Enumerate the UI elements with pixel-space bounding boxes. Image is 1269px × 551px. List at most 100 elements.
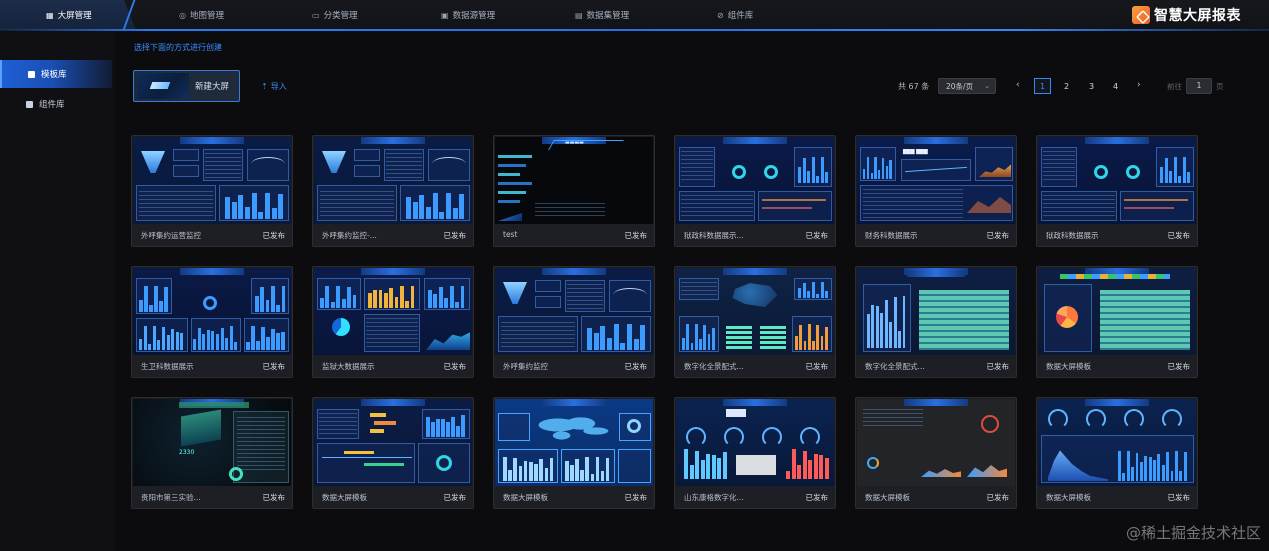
page-size-select[interactable]: 20条/页 ⌄ bbox=[938, 78, 996, 94]
sidebar-item-template-library[interactable]: 模板库 bbox=[0, 60, 112, 88]
sidebar-item-label: 模板库 bbox=[41, 70, 67, 80]
template-card[interactable]: 数据大屏模板 已发布 bbox=[493, 397, 655, 509]
publish-status: 已发布 bbox=[1167, 362, 1191, 371]
template-card[interactable]: 数字化全景配式... 已发布 bbox=[674, 266, 836, 378]
template-thumbnail bbox=[495, 399, 653, 487]
template-card[interactable]: 数据大屏模板 已发布 bbox=[1036, 397, 1198, 509]
brand: 智慧大屏报表 bbox=[1132, 4, 1241, 26]
template-card[interactable]: 外呼集约运营监控 已发布 bbox=[131, 135, 293, 247]
publish-status: 已发布 bbox=[1167, 231, 1191, 240]
watermark: @稀土掘金技术社区 bbox=[1125, 524, 1261, 542]
template-thumbnail bbox=[133, 268, 291, 356]
template-card-footer: 贵阳市第三实验... 已发布 bbox=[132, 486, 292, 508]
prev-page-button[interactable]: ‹ bbox=[1016, 80, 1020, 90]
template-thumbnail bbox=[495, 268, 653, 356]
template-thumbnail bbox=[857, 399, 1015, 487]
template-name: 贵阳市第三实验... bbox=[141, 493, 201, 502]
nav-item-map-management[interactable]: ◎ 地图管理 bbox=[179, 8, 224, 22]
next-page-button[interactable]: › bbox=[1137, 80, 1141, 90]
template-name: 数据大屏模板 bbox=[503, 493, 548, 502]
template-name: 外呼集约监控-... bbox=[322, 231, 377, 240]
template-name: 外呼集约监控 bbox=[503, 362, 548, 371]
template-thumbnail bbox=[314, 268, 472, 356]
component-icon: ⊘ bbox=[717, 10, 724, 20]
template-name: 数据大屏模板 bbox=[322, 493, 367, 502]
template-name: 生卫科数据展示 bbox=[141, 362, 194, 371]
page-number[interactable]: 1 bbox=[1034, 78, 1051, 94]
publish-status: 已发布 bbox=[986, 231, 1010, 240]
page-number[interactable]: 4 bbox=[1107, 78, 1124, 94]
template-card[interactable]: 外呼集约监控-... 已发布 bbox=[312, 135, 474, 247]
template-card[interactable]: 监狱大数据展示 已发布 bbox=[312, 266, 474, 378]
template-card-footer: 外呼集约监控-... 已发布 bbox=[313, 224, 473, 246]
template-card-footer: 数据大屏模板 已发布 bbox=[856, 486, 1016, 508]
goto-page-input[interactable]: 1 bbox=[1186, 78, 1212, 94]
template-card-footer: 数据大屏模板 已发布 bbox=[1037, 355, 1197, 377]
template-card[interactable]: ▬▬▬▬ test 已发布 bbox=[493, 135, 655, 247]
nav-label: 数据源管理 bbox=[452, 11, 496, 21]
import-button[interactable]: ⇡ 导入 bbox=[261, 81, 287, 92]
page-number[interactable]: 2 bbox=[1058, 78, 1075, 94]
template-card[interactable]: 2330 贵阳市第三实验... 已发布 bbox=[131, 397, 293, 509]
goto-label: 前往 bbox=[1167, 82, 1182, 91]
nav-label: 分类管理 bbox=[323, 11, 358, 21]
template-card-footer: 监狱大数据展示 已发布 bbox=[313, 355, 473, 377]
publish-status: 已发布 bbox=[443, 362, 467, 371]
template-card-footer: 数据大屏模板 已发布 bbox=[313, 486, 473, 508]
template-card-footer: 狱政科数据展示... 已发布 bbox=[675, 224, 835, 246]
template-card[interactable]: 外呼集约监控 已发布 bbox=[493, 266, 655, 378]
template-card[interactable]: 数据大屏模板 已发布 bbox=[855, 397, 1017, 509]
publish-status: 已发布 bbox=[805, 362, 829, 371]
template-name: 数字化全景配式... bbox=[865, 362, 925, 371]
template-thumbnail bbox=[314, 399, 472, 487]
template-name: 数据大屏模板 bbox=[1046, 362, 1091, 371]
publish-status: 已发布 bbox=[443, 231, 467, 240]
nav-item-dataset-management[interactable]: ▤ 数据集管理 bbox=[575, 8, 629, 22]
template-thumbnail bbox=[1038, 268, 1196, 356]
top-nav-bar: ▦ 大屏管理 ◎ 地图管理 ▭ 分类管理 ▣ 数据源管理 ▤ 数据集管理 ⊘ 组… bbox=[0, 0, 1269, 31]
new-screen-button[interactable]: 新建大屏 bbox=[133, 70, 240, 102]
goto-unit: 页 bbox=[1216, 82, 1224, 91]
template-card-footer: 数据大屏模板 已发布 bbox=[494, 486, 654, 508]
publish-status: 已发布 bbox=[262, 362, 286, 371]
template-card-footer: 山东康格数字化... 已发布 bbox=[675, 486, 835, 508]
template-card[interactable]: 狱政科数据展示... 已发布 bbox=[674, 135, 836, 247]
total-count: 共 67 条 bbox=[898, 82, 930, 91]
template-card[interactable]: 数据大屏模板 已发布 bbox=[1036, 266, 1198, 378]
template-card-footer: 财务科数据展示 已发布 bbox=[856, 224, 1016, 246]
nav-item-component-library[interactable]: ⊘ 组件库 bbox=[717, 8, 753, 22]
template-name: 财务科数据展示 bbox=[865, 231, 918, 240]
publish-status: 已发布 bbox=[805, 231, 829, 240]
grid-icon: ▦ bbox=[46, 10, 54, 20]
template-card[interactable]: 数据大屏模板 已发布 bbox=[312, 397, 474, 509]
template-thumbnail bbox=[676, 268, 834, 356]
template-card-footer: 外呼集约监控 已发布 bbox=[494, 355, 654, 377]
template-card-footer: 外呼集约运营监控 已发布 bbox=[132, 224, 292, 246]
brand-logo-icon bbox=[1132, 6, 1150, 24]
publish-status: 已发布 bbox=[443, 493, 467, 502]
template-card[interactable]: 生卫科数据展示 已发布 bbox=[131, 266, 293, 378]
template-card[interactable]: 山东康格数字化... 已发布 bbox=[674, 397, 836, 509]
template-card-footer: 生卫科数据展示 已发布 bbox=[132, 355, 292, 377]
template-card-footer: 狱政科数据展示 已发布 bbox=[1037, 224, 1197, 246]
upload-icon: ⇡ bbox=[261, 82, 268, 91]
page-number[interactable]: 3 bbox=[1083, 78, 1100, 94]
template-card[interactable]: ▇▇▇ ▇▇▇ 财务科数据展示 已发布 bbox=[855, 135, 1017, 247]
nav-item-category-management[interactable]: ▭ 分类管理 bbox=[312, 8, 358, 22]
template-thumbnail bbox=[133, 137, 291, 225]
nav-item-screen-management[interactable]: ▦ 大屏管理 bbox=[46, 8, 92, 22]
map-pin-icon: ◎ bbox=[179, 10, 186, 20]
sidebar-item-component-library[interactable]: 组件库 bbox=[0, 90, 112, 118]
new-screen-thumbnail bbox=[137, 73, 189, 99]
import-label: 导入 bbox=[270, 82, 287, 91]
template-card[interactable]: 狱政科数据展示 已发布 bbox=[1036, 135, 1198, 247]
template-icon bbox=[28, 70, 35, 78]
nav-divider bbox=[0, 29, 1269, 31]
template-card[interactable]: 数字化全景配式... 已发布 bbox=[855, 266, 1017, 378]
template-thumbnail: 2330 bbox=[133, 399, 291, 487]
publish-status: 已发布 bbox=[986, 362, 1010, 371]
template-name: 山东康格数字化... bbox=[684, 493, 744, 502]
brand-title: 智慧大屏报表 bbox=[1154, 8, 1241, 24]
dataset-icon: ▤ bbox=[575, 10, 583, 20]
nav-item-datasource-management[interactable]: ▣ 数据源管理 bbox=[441, 8, 495, 22]
